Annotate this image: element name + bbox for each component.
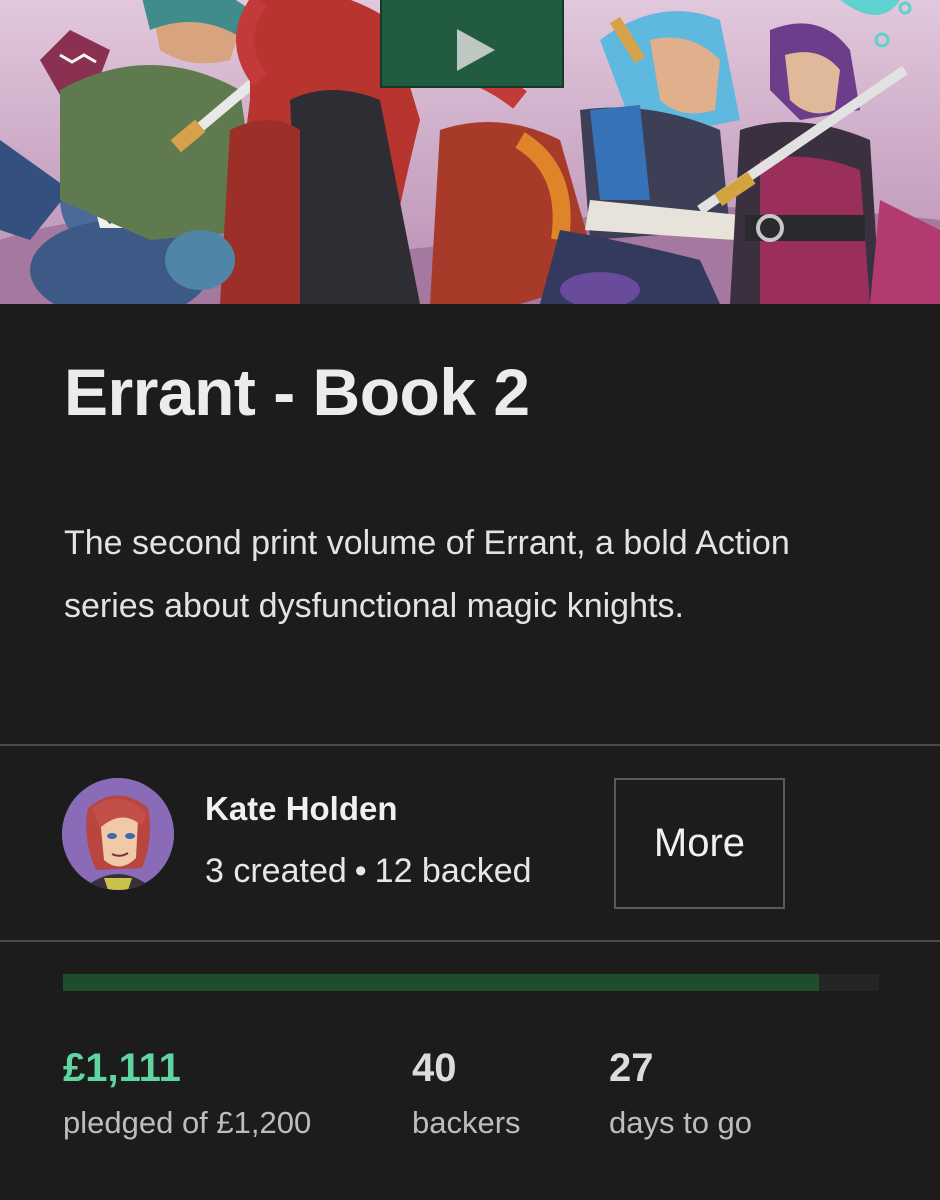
video-play-button[interactable] [380,0,564,88]
days-count: 27 [609,1046,654,1090]
play-icon [457,29,495,71]
backers-count: 40 [412,1046,457,1090]
creator-section: Kate Holden 3 created • 12 backed More [0,746,940,942]
pledged-stat: £1,111 pledged of £1,200 [63,1046,311,1141]
pledged-amount: £1,111 [63,1046,181,1090]
project-blurb: The second print volume of Errant, a bol… [64,524,790,625]
creator-name-link[interactable]: Kate Holden [205,790,398,828]
separator-dot: • [354,852,367,890]
created-count: 3 created [205,852,347,890]
backers-label: backers [412,1105,521,1140]
creator-avatar-image [62,778,174,890]
project-title: Errant - Book 2 [64,355,530,429]
funding-progress-bar [63,974,879,991]
backers-stat: 40 backers [412,1046,521,1141]
funding-progress-fill [63,974,819,991]
divider [0,940,940,942]
days-label: days to go [609,1105,753,1140]
creator-stats: 3 created • 12 backed [205,852,532,891]
backed-count: 12 backed [374,852,532,890]
avatar[interactable] [62,778,174,890]
more-button[interactable]: More [614,778,785,909]
pledged-label: pledged of £1,200 [63,1105,312,1140]
project-hero-image[interactable] [0,0,940,304]
days-stat: 27 days to go [609,1046,752,1141]
